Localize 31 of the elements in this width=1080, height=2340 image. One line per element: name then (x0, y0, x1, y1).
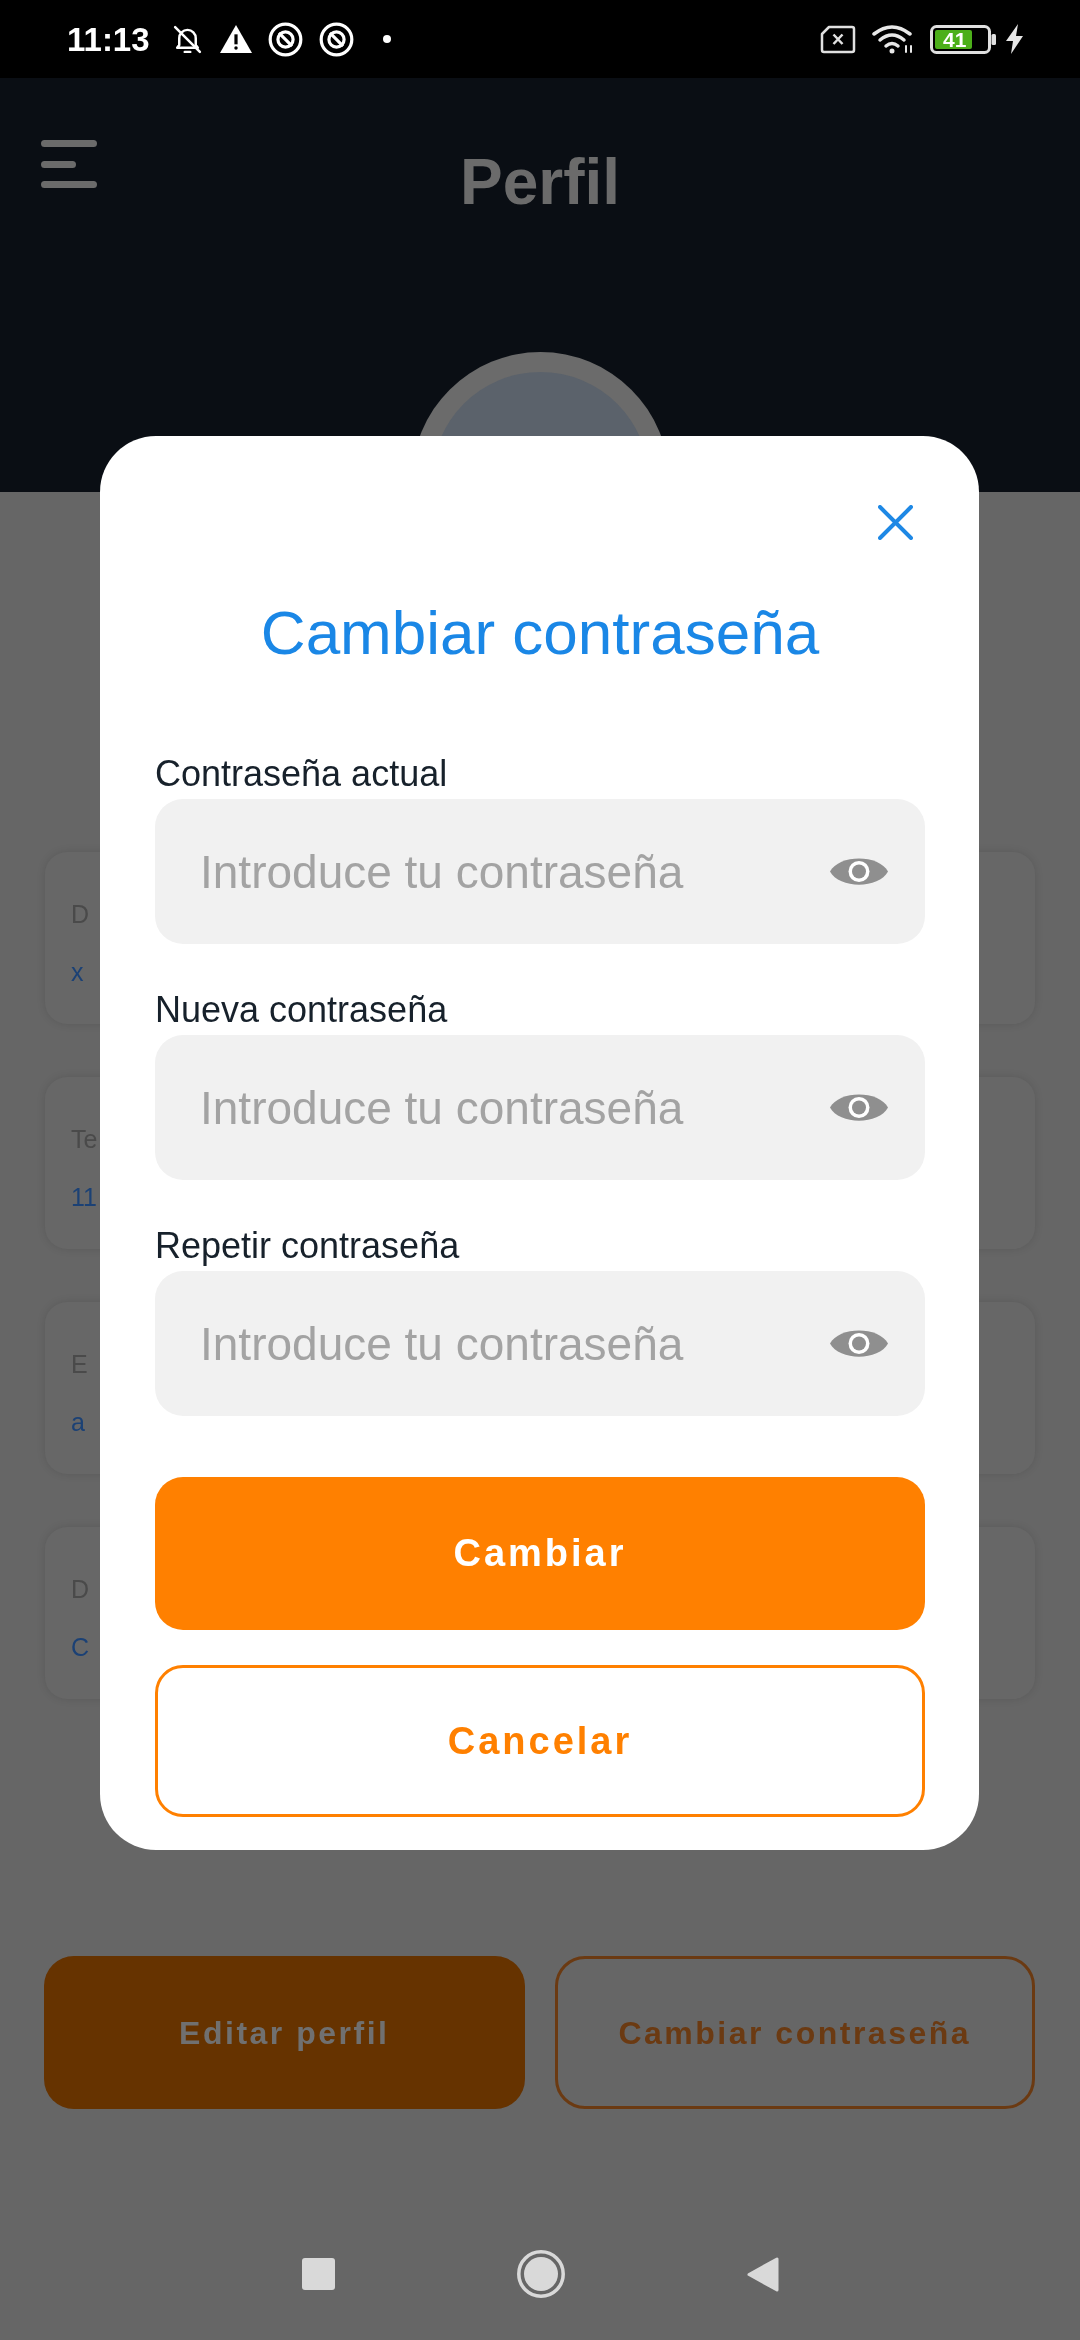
confirm-button[interactable]: Cambiar (155, 1477, 925, 1630)
home-icon[interactable] (516, 2250, 565, 2298)
back-icon[interactable] (746, 2256, 779, 2292)
field-label: Nueva contraseña (155, 988, 449, 1032)
field-label: Repetir contraseña (155, 1224, 461, 1268)
password-field[interactable]: Introduce tu contraseña (155, 1271, 925, 1416)
password-field[interactable]: Introduce tu contraseña (155, 799, 925, 944)
battery-percentage: 41 (943, 27, 967, 51)
lightning-bolt-icon (1004, 24, 1025, 54)
page-title: Perfil (459, 150, 621, 214)
warning-icon (220, 25, 252, 53)
close-icon[interactable] (878, 505, 913, 540)
dot-icon (383, 35, 391, 43)
cancel-button[interactable]: Cancelar (155, 1665, 925, 1817)
dialog-title: Cambiar contraseña (259, 597, 821, 669)
menu-icon[interactable] (41, 140, 97, 188)
wifi-icon (871, 24, 915, 54)
battery-icon (930, 24, 997, 54)
card-value: a (71, 1407, 85, 1437)
card-value: x (71, 957, 84, 987)
ring-icon (268, 21, 303, 57)
recents-icon[interactable] (301, 2258, 335, 2290)
status-time: 11:13 (67, 22, 151, 56)
card-value: 11 (71, 1182, 97, 1212)
card-value: C (71, 1632, 90, 1662)
ring-icon (319, 21, 354, 57)
change-password-button[interactable]: Cambiar contraseña (554, 1956, 1035, 2109)
password-field[interactable]: Introduce tu contraseña (155, 1035, 925, 1180)
card-x-icon (820, 24, 856, 54)
field-label: Contraseña actual (155, 752, 449, 796)
edit-profile-button[interactable]: Editar perfil (44, 1956, 525, 2109)
